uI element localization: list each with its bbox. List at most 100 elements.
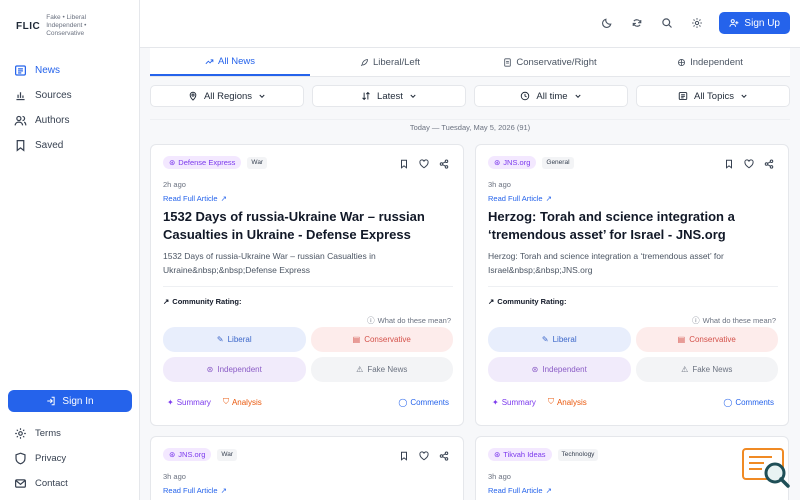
sign-up-button[interactable]: Sign Up <box>719 12 790 34</box>
heart-icon[interactable] <box>419 159 429 169</box>
rate-independent-button[interactable]: ⊛ Independent <box>163 357 306 382</box>
rate-liberal-button[interactable]: ✎ Liberal <box>488 327 631 352</box>
sidebar-item-news[interactable]: News <box>14 58 72 83</box>
rate-liberal-label: Liberal <box>227 335 252 344</box>
theme-toggle-button[interactable] <box>599 15 615 31</box>
logo-wordmark: FLIC <box>16 20 41 32</box>
rate-liberal-button[interactable]: ✎ Liberal <box>163 327 306 352</box>
divider <box>163 286 453 287</box>
map-pin-icon <box>189 91 197 101</box>
article-title[interactable]: 1532 Days of russia-Ukraine War – russia… <box>163 208 453 244</box>
info-icon: ⓘ <box>692 316 700 325</box>
analysis-button[interactable]: ⛉ Analysis <box>223 397 262 407</box>
sort-filter[interactable]: Latest <box>312 85 466 107</box>
tab-conservative-right[interactable]: Conservative/Right <box>470 48 630 76</box>
rate-fake-news-button[interactable]: ⚠ Fake News <box>635 357 778 382</box>
source-chip[interactable]: ⊛ Defense Express <box>163 156 242 169</box>
rate-independent-button[interactable]: ⊛ Independent <box>488 357 631 382</box>
tab-liberal-left[interactable]: Liberal/Left <box>310 48 470 76</box>
comments-button[interactable]: ◯ Comments <box>723 398 774 407</box>
share-icon[interactable] <box>764 159 774 169</box>
sidebar-item-saved[interactable]: Saved <box>14 133 72 158</box>
chevron-down-icon <box>741 94 747 98</box>
external-link-icon: ↗ <box>220 194 227 203</box>
sidebar-item-terms[interactable]: Terms <box>14 421 68 446</box>
bookmark-icon <box>16 140 25 152</box>
read-full-article-link[interactable]: Read Full Article ↗ <box>163 486 227 495</box>
rate-fake-news-button[interactable]: ⚠ Fake News <box>310 357 453 382</box>
summary-button[interactable]: ✦ Summary <box>167 398 211 407</box>
shield-icon <box>15 452 26 465</box>
trending-icon: ↗ <box>163 297 170 306</box>
tab-label: Liberal/Left <box>372 56 420 68</box>
read-full-label: Read Full Article <box>488 194 543 203</box>
bookmark-icon[interactable] <box>399 159 409 169</box>
analysis-button[interactable]: ⛉ Analysis <box>548 397 587 407</box>
time-filter-value: All time <box>536 90 568 102</box>
sign-in-button[interactable]: Sign In <box>8 390 132 412</box>
source-chip[interactable]: ⊛ JNS.org <box>163 448 212 461</box>
rate-conservative-button[interactable]: ▤ Conservative <box>310 327 453 352</box>
sidebar-item-sources[interactable]: Sources <box>14 83 72 108</box>
chevron-down-icon <box>574 94 581 98</box>
share-icon[interactable] <box>439 451 449 461</box>
feather-icon: ✎ <box>541 335 549 344</box>
comments-label: Comments <box>735 397 774 407</box>
read-full-article-link[interactable]: Read Full Article ↗ <box>488 486 552 495</box>
card-header: ⊛ JNS.org War <box>163 448 238 461</box>
chevron-down-icon <box>259 94 265 98</box>
time-filter[interactable]: All time <box>474 85 628 107</box>
heart-icon[interactable] <box>744 159 754 169</box>
search-icon <box>662 18 673 28</box>
what-do-these-mean-link[interactable]: ⓘ What do these mean? <box>367 315 451 326</box>
search-button[interactable] <box>659 15 675 31</box>
rate-conservative-button[interactable]: ▤ Conservative <box>635 327 778 352</box>
rate-conservative-label: Conservative <box>364 335 411 344</box>
tab-all-news[interactable]: All News <box>150 48 310 76</box>
topics-filter[interactable]: All Topics <box>636 85 790 107</box>
summary-label: Summary <box>176 397 211 407</box>
community-rating-text: Community Rating: <box>497 297 567 306</box>
source-name: JNS.org <box>503 158 531 167</box>
what-do-these-mean-link[interactable]: ⓘ What do these mean? <box>692 315 776 326</box>
comments-button[interactable]: ◯ Comments <box>398 398 449 407</box>
source-chip[interactable]: ⊛ JNS.org <box>488 156 537 169</box>
summary-button[interactable]: ✦ Summary <box>492 398 536 407</box>
card-header: ⊛ Defense Express War <box>163 156 268 169</box>
sidebar-item-contact[interactable]: Contact <box>14 471 68 496</box>
tab-label: Independent <box>690 56 743 68</box>
article-description: 1532 Days of russia-Ukraine War – russia… <box>163 251 376 275</box>
sidebar-item-privacy[interactable]: Privacy <box>14 446 68 471</box>
read-full-article-link[interactable]: Read Full Article ↗ <box>163 194 227 203</box>
read-full-article-link[interactable]: Read Full Article ↗ <box>488 194 552 203</box>
sidebar-item-label: Saved <box>35 140 64 151</box>
tab-independent[interactable]: Independent <box>630 48 790 76</box>
region-filter[interactable]: All Regions <box>150 85 304 107</box>
sidebar-item-label: News <box>35 65 61 76</box>
sidebar-nav: News Sources Authors Saved <box>14 58 72 158</box>
community-rating-label: ↗ Community Rating: <box>163 297 241 306</box>
rate-fake-news-label: Fake News <box>692 365 733 374</box>
heart-icon[interactable] <box>419 451 429 461</box>
source-chip[interactable]: ⊛ Tikvah Ideas <box>488 448 552 461</box>
bookmark-icon[interactable] <box>724 159 734 169</box>
moon-icon <box>602 18 612 28</box>
sidebar-item-authors[interactable]: Authors <box>14 108 72 133</box>
article-card: ⊛ JNS.org War 3h ago Read Full Article ↗ <box>150 436 464 500</box>
sparkles-icon: ✦ <box>492 397 499 407</box>
article-title[interactable]: Herzog: Torah and science integration a … <box>488 208 778 244</box>
card-actions <box>724 159 774 169</box>
shield-icon: ⛉ <box>547 397 554 406</box>
settings-button[interactable] <box>689 15 705 31</box>
share-icon[interactable] <box>439 159 449 169</box>
article-card: ⊛ Defense Express War 2h ago Read Full Ar… <box>150 144 464 426</box>
app-logo[interactable]: FLIC Fake • Liberal Independent • Conser… <box>16 14 102 38</box>
floating-feedback-icon[interactable] <box>742 448 790 488</box>
sparkles-icon: ✦ <box>167 397 174 407</box>
external-link-icon: ↗ <box>220 486 227 495</box>
document-icon <box>504 57 512 67</box>
filter-bar: All Regions Latest All time All Topics <box>150 85 790 107</box>
bookmark-icon[interactable] <box>399 451 409 461</box>
sign-up-label: Sign Up <box>744 17 780 29</box>
refresh-button[interactable] <box>629 15 645 31</box>
